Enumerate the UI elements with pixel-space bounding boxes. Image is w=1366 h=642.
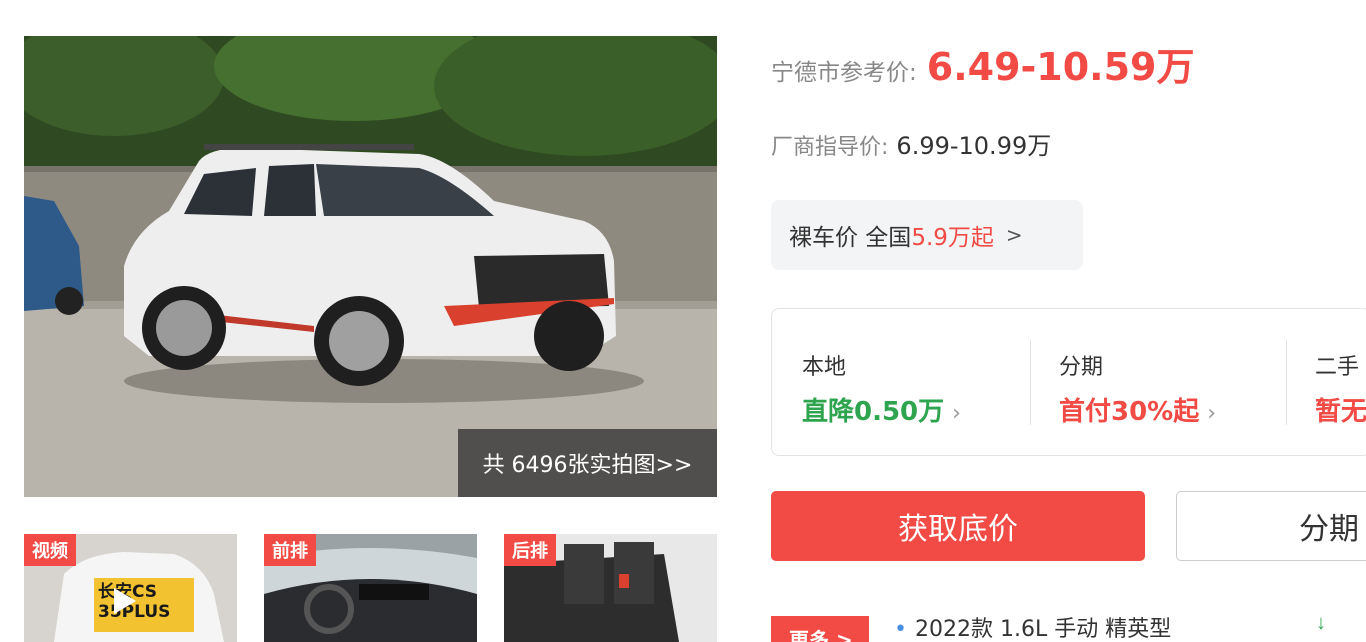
naked-price-link[interactable]: 裸车价 全国 5.9万起 > [771, 200, 1083, 270]
price-down-icon: ↓ [1316, 612, 1326, 634]
deal-used[interactable]: 二手 暂无 [1287, 309, 1366, 455]
thumbnail-front-interior[interactable]: 前排 [264, 534, 477, 642]
reference-price-label: 宁德市参考价: [771, 60, 917, 86]
deals-card: 本地 直降0.50万 › 分期 首付30%起 › 二手 暂无 [771, 308, 1366, 456]
guide-price-row: 厂商指导价: 6.99-10.99万 [771, 126, 1051, 161]
play-icon[interactable] [114, 588, 136, 614]
reference-price-row: 宁德市参考价: 6.49-10.59万 [771, 36, 1194, 91]
variant-item-label: 2022款 1.6L 手动 精英型 [914, 617, 1172, 642]
reference-price-value: 6.49-10.59万 [926, 45, 1195, 89]
chevron-right-icon: > [1005, 223, 1023, 247]
deal-installment-title: 分期 [1059, 355, 1104, 380]
photo-count-link[interactable]: 共 6496张实拍图>> [458, 429, 717, 497]
deal-local-value-text: 直降0.50万 [802, 397, 945, 427]
thumbnail-tag-video: 视频 [24, 534, 76, 566]
deal-local[interactable]: 本地 直降0.50万 › [772, 309, 1030, 455]
thumbnail-video[interactable]: 长安CS 35PLUS 视频 [24, 534, 237, 642]
thumbnail-tag-front: 前排 [264, 534, 316, 566]
get-lowest-price-button[interactable]: 获取底价 [771, 491, 1145, 561]
more-variants-button[interactable]: 更多 > [771, 616, 869, 642]
variant-item[interactable]: • 2022款 1.6L 手动 精英型 [894, 611, 1171, 642]
chevron-right-icon: › [952, 401, 961, 426]
guide-price-value: 6.99-10.99万 [896, 132, 1052, 160]
naked-price-label: 裸车价 全国 [789, 225, 912, 251]
thumbnail-plate-text: 长安CS 35PLUS [98, 582, 171, 622]
deal-local-title: 本地 [802, 355, 847, 380]
deal-installment[interactable]: 分期 首付30%起 › [1031, 309, 1286, 455]
deal-installment-value-text: 首付30%起 [1059, 397, 1200, 427]
deal-installment-value: 首付30%起 › [1059, 391, 1216, 428]
car-photo-illustration [24, 36, 717, 497]
thumbnail-tag-rear: 后排 [504, 534, 556, 566]
bullet-icon: • [894, 617, 907, 642]
main-car-photo[interactable]: 共 6496张实拍图>> [24, 36, 717, 497]
naked-price-value: 5.9万起 [911, 225, 994, 251]
deal-used-value: 暂无 [1315, 397, 1366, 427]
guide-price-label: 厂商指导价: [771, 135, 889, 160]
chevron-right-icon: › [1207, 401, 1217, 426]
deal-used-title: 二手 [1315, 355, 1360, 380]
deal-local-value: 直降0.50万 › [802, 391, 961, 428]
thumbnail-rear-interior[interactable]: 后排 [504, 534, 717, 642]
installment-button[interactable]: 分期 [1176, 491, 1366, 561]
